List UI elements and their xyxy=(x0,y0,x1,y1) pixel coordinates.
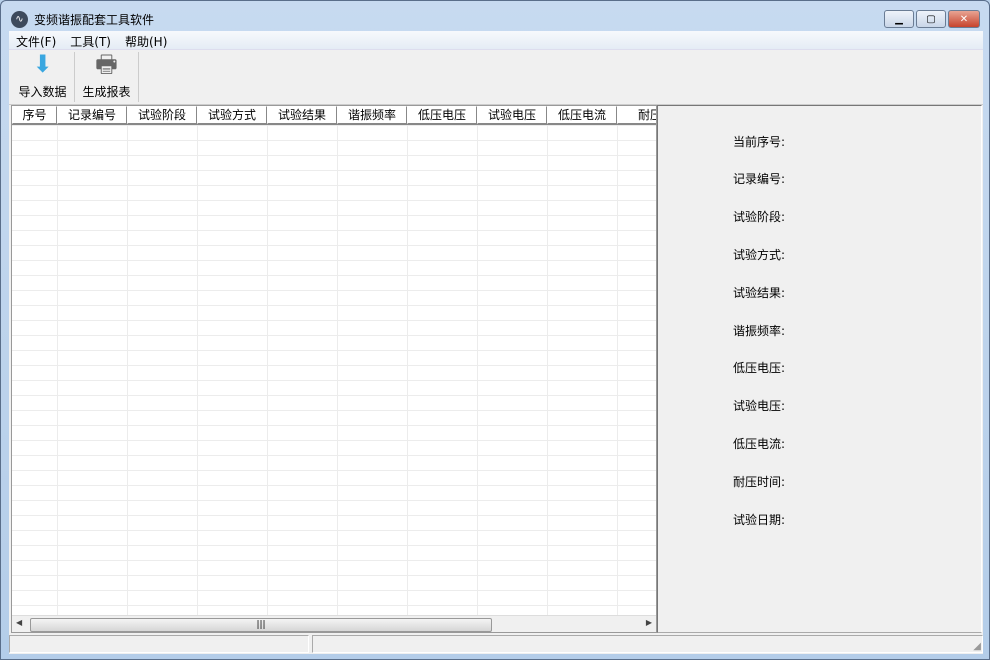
detail-label: 低压电压: xyxy=(733,361,786,375)
detail-label: 当前序号: xyxy=(733,135,786,149)
scroll-left-icon[interactable]: ◀ xyxy=(16,618,22,627)
details-panel: 当前序号: 记录编号: 试验阶段: 试验方式: 试验结果: 谐振频率: 低压电压… xyxy=(657,105,982,633)
printer-icon: 🖶 xyxy=(95,50,118,78)
detail-label: 试验日期: xyxy=(733,513,786,527)
table-body[interactable] xyxy=(12,125,656,616)
column-header[interactable]: 试验电压 xyxy=(477,106,547,124)
column-header[interactable]: 谐振频率 xyxy=(337,106,407,124)
import-icon: ⬇ xyxy=(32,50,53,78)
window-title: 变频谐振配套工具软件 xyxy=(34,12,155,27)
column-header[interactable]: 低压电压 xyxy=(407,106,477,124)
minimize-button[interactable]: ▁ xyxy=(884,10,914,28)
toolbar: ⬇ 导入数据 🖶 生成报表 xyxy=(9,50,983,105)
menu-bar: 文件(F) 工具(T) 帮助(H) xyxy=(9,31,983,50)
column-header[interactable]: 记录编号 xyxy=(57,106,127,124)
column-header[interactable]: 低压电流 xyxy=(547,106,617,124)
title-bar: ∿ 变频谐振配套工具软件 xyxy=(11,9,154,29)
detail-label: 耐压时间: xyxy=(733,475,786,489)
column-header[interactable]: 试验方式 xyxy=(197,106,267,124)
data-table[interactable]: 序号 记录编号 试验阶段 试验方式 试验结果 谐振频率 低压电压 试验电压 低压… xyxy=(11,105,657,633)
column-header[interactable]: 耐压时间 xyxy=(617,106,656,124)
generate-report-label: 生成报表 xyxy=(82,85,131,99)
table-header: 序号 记录编号 试验阶段 试验方式 试验结果 谐振频率 低压电压 试验电压 低压… xyxy=(12,106,656,125)
resize-grip-icon[interactable]: ◢ xyxy=(973,641,981,652)
status-panel-right xyxy=(312,635,983,653)
scrollbar-thumb[interactable]: ||| xyxy=(30,618,492,632)
detail-label: 试验阶段: xyxy=(733,210,786,224)
close-button[interactable]: ✕ xyxy=(948,10,980,28)
column-header[interactable]: 序号 xyxy=(12,106,57,124)
generate-report-button[interactable]: 🖶 生成报表 xyxy=(75,50,139,102)
waveform-icon: ∿ xyxy=(11,10,28,28)
column-header[interactable]: 试验结果 xyxy=(267,106,337,124)
menu-tools[interactable]: 工具(T) xyxy=(63,31,118,49)
column-header[interactable]: 试验阶段 xyxy=(127,106,197,124)
horizontal-scrollbar[interactable]: ◀ ||| ▶ xyxy=(12,615,656,632)
menu-file[interactable]: 文件(F) xyxy=(9,31,63,49)
status-panel-left xyxy=(9,635,309,653)
detail-label: 记录编号: xyxy=(733,172,786,186)
status-bar: ◢ xyxy=(9,635,983,654)
import-data-button[interactable]: ⬇ 导入数据 xyxy=(11,50,75,102)
detail-label: 低压电流: xyxy=(733,437,786,451)
detail-label: 试验结果: xyxy=(733,286,786,300)
scroll-right-icon[interactable]: ▶ xyxy=(646,618,652,627)
app-window: ∿ 变频谐振配套工具软件 ▁ ▢ ✕ 文件(F) 工具(T) 帮助(H) ⬇ 导… xyxy=(0,0,990,660)
menu-help[interactable]: 帮助(H) xyxy=(118,31,174,49)
import-data-label: 导入数据 xyxy=(18,85,67,99)
maximize-button[interactable]: ▢ xyxy=(916,10,946,28)
detail-label: 试验电压: xyxy=(733,399,786,413)
detail-label: 谐振频率: xyxy=(733,324,786,338)
detail-label: 试验方式: xyxy=(733,248,786,262)
